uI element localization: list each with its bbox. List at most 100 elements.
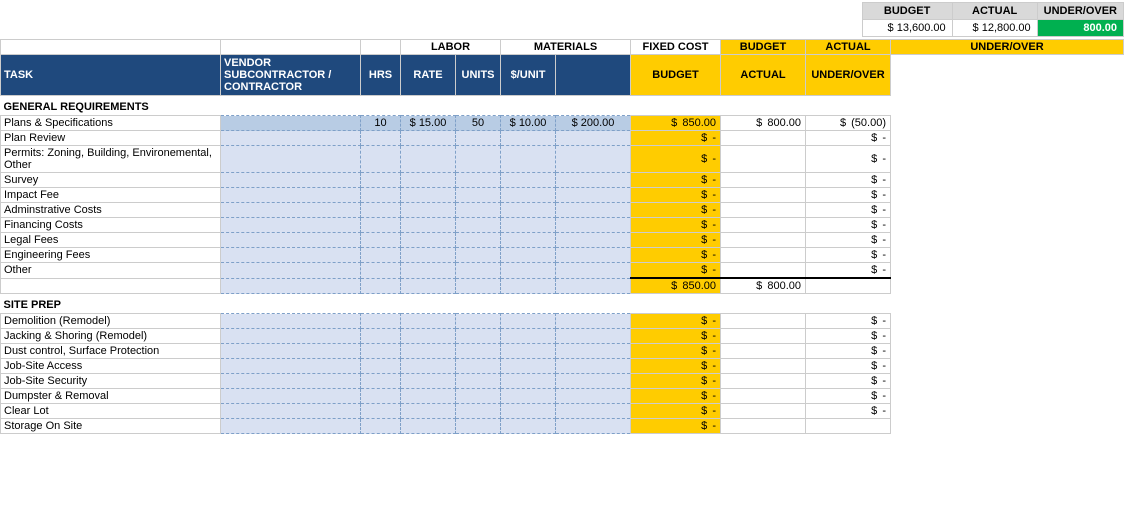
vendor-cell[interactable] xyxy=(221,314,361,329)
unit-cost-cell[interactable] xyxy=(501,146,556,173)
units-cell[interactable] xyxy=(456,404,501,419)
units-cell[interactable] xyxy=(456,173,501,188)
hrs-cell[interactable] xyxy=(361,131,401,146)
units-cell[interactable] xyxy=(456,203,501,218)
rate-cell[interactable] xyxy=(401,233,456,248)
rate-cell[interactable] xyxy=(401,314,456,329)
rate-cell[interactable] xyxy=(401,389,456,404)
units-cell[interactable] xyxy=(456,329,501,344)
unit-cost-cell[interactable] xyxy=(501,359,556,374)
units-cell[interactable] xyxy=(456,359,501,374)
units-cell[interactable] xyxy=(456,344,501,359)
vendor-cell[interactable] xyxy=(221,131,361,146)
hrs-cell[interactable] xyxy=(361,374,401,389)
rate-cell[interactable] xyxy=(401,218,456,233)
rate-cell[interactable] xyxy=(401,404,456,419)
vendor-cell[interactable] xyxy=(221,374,361,389)
hrs-cell[interactable] xyxy=(361,314,401,329)
fixed-cell[interactable] xyxy=(556,188,631,203)
fixed-cell[interactable] xyxy=(556,404,631,419)
unit-cost-cell[interactable] xyxy=(501,344,556,359)
hrs-cell[interactable] xyxy=(361,248,401,263)
hrs-cell[interactable] xyxy=(361,404,401,419)
hrs-cell[interactable] xyxy=(361,188,401,203)
units-cell[interactable] xyxy=(456,131,501,146)
units-cell[interactable] xyxy=(456,218,501,233)
fixed-cell[interactable] xyxy=(556,359,631,374)
vendor-cell[interactable] xyxy=(221,146,361,173)
vendor-cell[interactable] xyxy=(221,233,361,248)
unit-cost-cell[interactable] xyxy=(501,389,556,404)
hrs-cell[interactable] xyxy=(361,173,401,188)
unit-cost-cell[interactable] xyxy=(501,248,556,263)
fixed-cell[interactable] xyxy=(556,248,631,263)
rate-cell[interactable] xyxy=(401,188,456,203)
fixed-cell[interactable] xyxy=(556,218,631,233)
rate-cell[interactable] xyxy=(401,344,456,359)
units-cell[interactable] xyxy=(456,314,501,329)
vendor-cell[interactable] xyxy=(221,419,361,434)
fixed-cell[interactable] xyxy=(556,146,631,173)
vendor-cell[interactable] xyxy=(221,218,361,233)
vendor-cell[interactable] xyxy=(221,248,361,263)
fixed-cell[interactable]: $ 200.00 xyxy=(556,116,631,131)
units-cell[interactable]: 50 xyxy=(456,116,501,131)
fixed-cell[interactable] xyxy=(556,419,631,434)
fixed-cell[interactable] xyxy=(556,374,631,389)
unit-cost-cell[interactable] xyxy=(501,233,556,248)
vendor-cell[interactable] xyxy=(221,116,361,131)
rate-cell[interactable] xyxy=(401,173,456,188)
vendor-cell[interactable] xyxy=(221,329,361,344)
fixed-cell[interactable] xyxy=(556,203,631,218)
unit-cost-cell[interactable] xyxy=(501,218,556,233)
unit-cost-cell[interactable] xyxy=(501,374,556,389)
fixed-cell[interactable] xyxy=(556,131,631,146)
units-cell[interactable] xyxy=(456,233,501,248)
vendor-cell[interactable] xyxy=(221,404,361,419)
unit-cost-cell[interactable] xyxy=(501,263,556,279)
units-cell[interactable] xyxy=(456,374,501,389)
units-cell[interactable] xyxy=(456,419,501,434)
units-cell[interactable] xyxy=(456,146,501,173)
hrs-cell[interactable] xyxy=(361,419,401,434)
fixed-cell[interactable] xyxy=(556,314,631,329)
fixed-cell[interactable] xyxy=(556,233,631,248)
vendor-cell[interactable] xyxy=(221,173,361,188)
vendor-cell[interactable] xyxy=(221,188,361,203)
vendor-cell[interactable] xyxy=(221,263,361,279)
unit-cost-cell[interactable] xyxy=(501,131,556,146)
fixed-cell[interactable] xyxy=(556,389,631,404)
hrs-cell[interactable] xyxy=(361,344,401,359)
hrs-cell[interactable]: 10 xyxy=(361,116,401,131)
hrs-cell[interactable] xyxy=(361,233,401,248)
fixed-cell[interactable] xyxy=(556,263,631,279)
units-cell[interactable] xyxy=(456,248,501,263)
unit-cost-cell[interactable]: $ 10.00 xyxy=(501,116,556,131)
units-cell[interactable] xyxy=(456,263,501,279)
rate-cell[interactable] xyxy=(401,359,456,374)
rate-cell[interactable] xyxy=(401,146,456,173)
hrs-cell[interactable] xyxy=(361,329,401,344)
rate-cell[interactable] xyxy=(401,248,456,263)
vendor-cell[interactable] xyxy=(221,389,361,404)
vendor-cell[interactable] xyxy=(221,203,361,218)
rate-cell[interactable] xyxy=(401,419,456,434)
unit-cost-cell[interactable] xyxy=(501,203,556,218)
hrs-cell[interactable] xyxy=(361,218,401,233)
rate-cell[interactable] xyxy=(401,131,456,146)
unit-cost-cell[interactable] xyxy=(501,314,556,329)
rate-cell[interactable] xyxy=(401,374,456,389)
rate-cell[interactable] xyxy=(401,263,456,279)
unit-cost-cell[interactable] xyxy=(501,173,556,188)
vendor-cell[interactable] xyxy=(221,344,361,359)
unit-cost-cell[interactable] xyxy=(501,188,556,203)
hrs-cell[interactable] xyxy=(361,359,401,374)
unit-cost-cell[interactable] xyxy=(501,419,556,434)
hrs-cell[interactable] xyxy=(361,389,401,404)
hrs-cell[interactable] xyxy=(361,203,401,218)
fixed-cell[interactable] xyxy=(556,344,631,359)
unit-cost-cell[interactable] xyxy=(501,329,556,344)
rate-cell[interactable]: $ 15.00 xyxy=(401,116,456,131)
hrs-cell[interactable] xyxy=(361,146,401,173)
rate-cell[interactable] xyxy=(401,203,456,218)
